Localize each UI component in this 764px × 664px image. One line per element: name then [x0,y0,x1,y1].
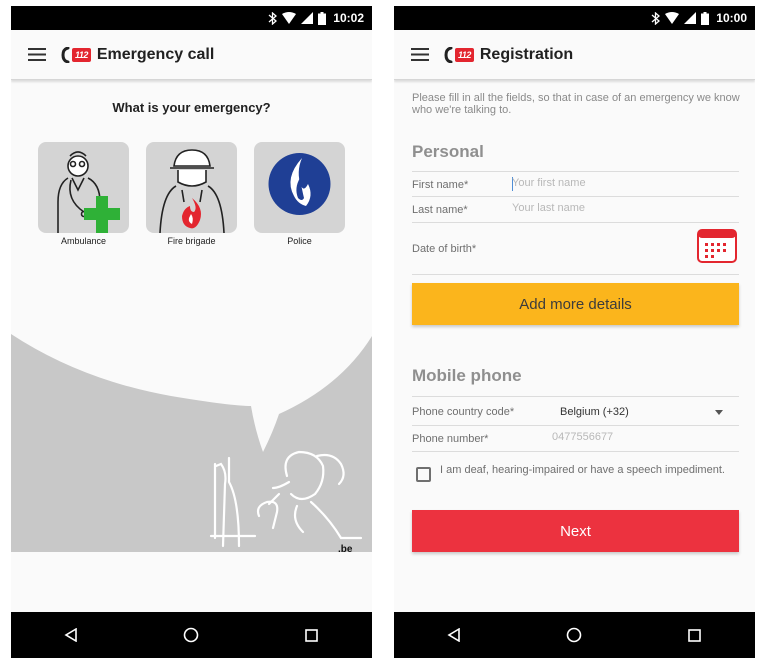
status-bar: 10:00 [394,6,755,30]
recents-icon [305,628,319,642]
date-of-birth-label: Date of birth* [412,243,477,255]
back-button[interactable] [41,612,101,658]
phone-number-input[interactable] [552,431,712,443]
app-title: Registration [479,45,574,63]
app-bar: 112 Emergency call [11,30,372,80]
first-name-row: First name* [412,171,739,197]
intro-text: Please fill in all the fields, so that i… [412,92,740,116]
date-of-birth-row: Date of birth* [412,223,739,275]
recents-button[interactable] [665,612,725,658]
home-button[interactable] [544,612,604,658]
hearing-impaired-label: I am deaf, hearing-impaired or have a sp… [440,464,725,476]
battery-icon [318,11,327,25]
registration-screen: 10:00 112 Registration Please fill in al… [394,6,755,658]
battery-icon [701,11,710,25]
back-icon [64,628,77,642]
back-icon [447,628,460,642]
navigation-bar [11,612,372,658]
status-icons: 10:00 [651,10,747,26]
bluetooth-icon [651,11,661,25]
brand-mark: .be [338,544,353,555]
dropdown-arrow-icon[interactable] [715,410,723,415]
fire-brigade-icon [159,149,225,233]
section-title-personal: Personal [412,142,484,161]
home-icon [567,627,582,643]
signal-icon [301,12,314,24]
status-icons: 10:02 [268,10,364,26]
hamburger-icon [28,48,46,61]
logo-badge: 112 [72,47,91,62]
phone-number-label: Phone number* [412,433,489,445]
recents-button[interactable] [282,612,342,658]
next-button[interactable]: Next [412,510,739,552]
speech-bubble-illustration [11,334,372,552]
emergency-call-screen: 10:02 112 Emergency call What is your em… [11,6,372,658]
last-name-label: Last name* [412,204,468,216]
phone-handset-icon [61,46,70,63]
recents-icon [688,628,702,642]
tile-label-fire-brigade: Fire brigade [167,236,216,246]
add-more-details-button[interactable]: Add more details [412,283,739,325]
emergency-tiles: Ambulance Fire brigade Police [38,142,345,246]
home-icon [184,627,199,643]
tile-fire-brigade[interactable]: Fire brigade [146,142,237,246]
hearing-impaired-row: I am deaf, hearing-impaired or have a sp… [416,464,736,482]
home-button[interactable] [161,612,221,658]
first-name-label: First name* [412,179,469,191]
back-button[interactable] [424,612,484,658]
ambulance-icon [57,151,120,233]
phone-handset-icon [444,46,453,63]
app-logo: 112 [61,46,91,63]
hamburger-icon [411,48,429,61]
last-name-input[interactable] [512,202,712,214]
tile-police[interactable]: Police [254,142,345,246]
phone-number-row: Phone number* [412,426,739,452]
tile-box-police [254,142,345,233]
tile-ambulance[interactable]: Ambulance [38,142,129,246]
tile-box-ambulance [38,142,129,233]
signal-icon [684,12,697,24]
menu-button[interactable] [398,30,442,80]
status-time: 10:00 [716,11,747,25]
wifi-icon [665,12,680,24]
status-bar: 10:02 [11,6,372,30]
hearing-impaired-checkbox[interactable] [416,467,431,482]
first-name-input[interactable] [512,177,712,189]
tile-box-fire-brigade [146,142,237,233]
last-name-row: Last name* [412,197,739,223]
app-title: Emergency call [96,45,215,63]
logo-badge: 112 [455,47,474,62]
navigation-bar [394,612,755,658]
phone-country-code-select[interactable]: Belgium (+32) [560,406,629,418]
phone-country-code-row: Phone country code* Belgium (+32) [412,396,739,426]
tile-label-ambulance: Ambulance [60,236,107,246]
phone-country-code-label: Phone country code* [412,406,515,418]
wifi-icon [282,12,297,24]
emergency-question: What is your emergency? [112,100,271,115]
bluetooth-icon [268,11,278,25]
app-logo: 112 [444,46,474,63]
calendar-icon[interactable] [697,229,737,263]
section-title-mobile-phone: Mobile phone [412,366,522,385]
status-time: 10:02 [333,11,364,25]
police-icon [268,153,331,215]
tile-label-police: Police [287,236,312,246]
app-bar: 112 Registration [394,30,755,80]
menu-button[interactable] [15,30,59,80]
